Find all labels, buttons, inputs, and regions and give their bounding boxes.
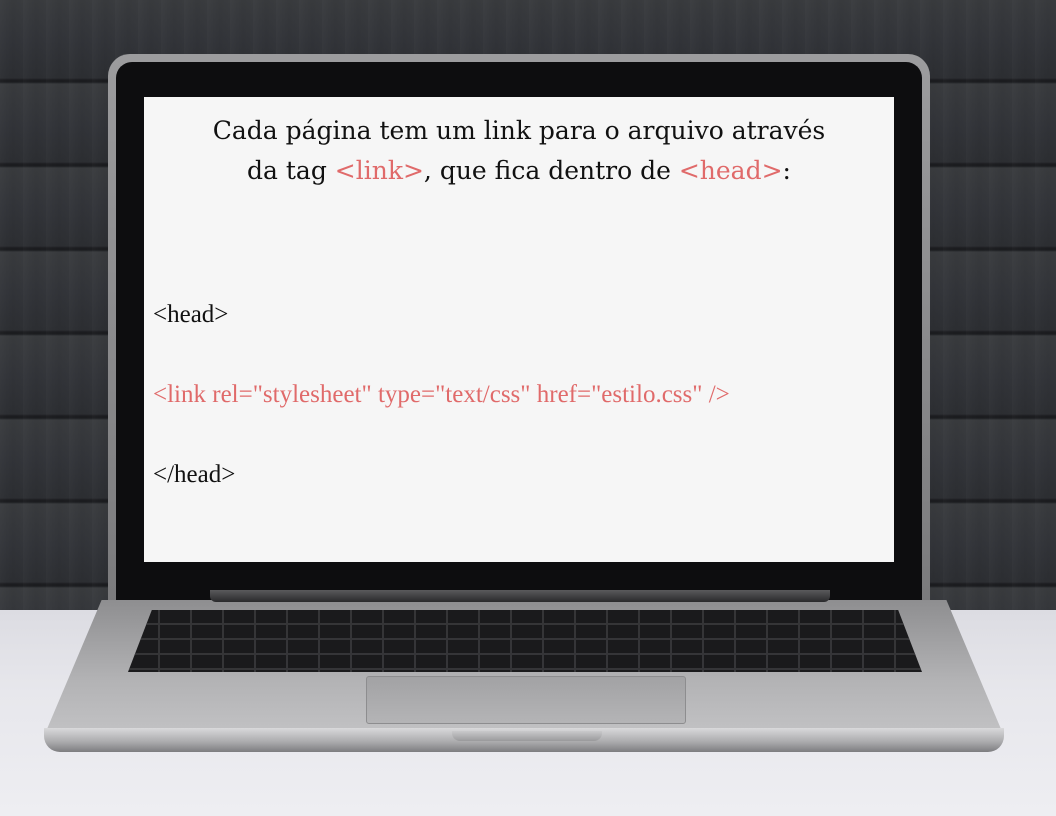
laptop-screen: Cada página tem um link para o arquivo a… [144, 97, 894, 562]
link-tag-highlight: <link> [334, 156, 424, 185]
intro-line-2-middle: , que fica dentro de [423, 156, 679, 185]
intro-line-2: da tag <link>, que fica dentro de <head>… [144, 151, 894, 191]
intro-line-2-end: : [782, 156, 791, 185]
lid-opening-notch [452, 731, 602, 741]
head-tag-highlight: <head> [678, 156, 783, 185]
laptop-hinge [210, 590, 830, 602]
trackpad [366, 676, 686, 724]
code-link-line: <link rel="stylesheet" type="text/css" h… [153, 381, 730, 408]
intro-line-2-start: da tag [247, 156, 335, 185]
code-close-head: </head> [153, 461, 236, 488]
keyboard [128, 610, 922, 672]
intro-line-1: Cada página tem um link para o arquivo a… [212, 116, 826, 145]
keyboard-keys [128, 610, 922, 672]
code-open-head: <head> [153, 301, 229, 328]
intro-text: Cada página tem um link para o arquivo a… [144, 111, 894, 191]
